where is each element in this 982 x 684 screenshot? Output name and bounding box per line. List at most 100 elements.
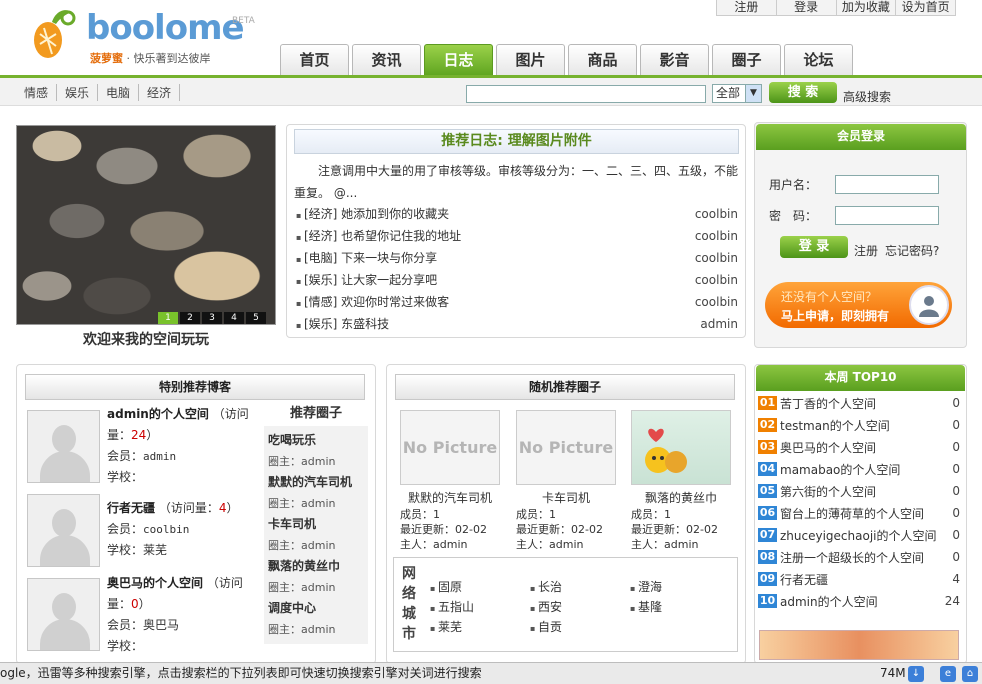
list-item[interactable]: [娱乐] 东盛科技admin (296, 313, 738, 335)
member-name[interactable]: coolbin (143, 523, 189, 536)
city-link[interactable]: 西安 (530, 598, 562, 615)
list-item[interactable]: 03 奥巴马的个人空间 0 (758, 436, 964, 458)
circle-name[interactable]: 默默的汽车司机 (268, 472, 352, 493)
circle-name[interactable]: 飘落的黄丝巾 (268, 556, 340, 577)
member-name[interactable]: admin (143, 450, 176, 463)
space-name[interactable]: 奥巴马的个人空间 (780, 439, 940, 456)
slideshow-image[interactable] (16, 125, 276, 325)
circle-name[interactable]: 默默的汽车司机 (400, 489, 500, 507)
category-entertainment[interactable]: 娱乐 (57, 84, 99, 101)
no-picture-image[interactable]: No Picture (400, 410, 500, 485)
bookmark-link[interactable]: 加为收藏 (837, 0, 897, 15)
list-item[interactable]: [经济] 她添加到你的收藏夹coolbin (296, 203, 738, 225)
ie-icon[interactable]: e (940, 666, 956, 682)
slide-dot-4[interactable]: 4 (224, 312, 244, 324)
space-name[interactable]: 注册一个超级长的个人空间 (780, 549, 940, 566)
list-item[interactable]: 05 第六街的个人空间 0 (758, 480, 964, 502)
space-name[interactable]: 苦丁香的个人空间 (780, 395, 940, 412)
rank-badge: 03 (758, 440, 777, 454)
login-button[interactable]: 登 录 (780, 236, 848, 258)
space-name[interactable]: testman的个人空间 (780, 417, 940, 434)
city-link[interactable]: 长治 (530, 578, 562, 595)
space-name[interactable]: 第六街的个人空间 (780, 483, 940, 500)
slide-dot-1[interactable]: 1 (158, 312, 178, 324)
list-item[interactable]: 08 注册一个超级长的个人空间 0 (758, 546, 964, 568)
set-homepage-link[interactable]: 设为首页 (896, 0, 955, 15)
list-item[interactable]: 04 mamabao的个人空间 0 (758, 458, 964, 480)
home-icon[interactable]: ⌂ (962, 666, 978, 682)
list-item[interactable]: 02 testman的个人空间 0 (758, 414, 964, 436)
city-link[interactable]: 固原 (430, 578, 462, 595)
list-item[interactable]: [经济] 也希望你记住我的地址coolbin (296, 225, 738, 247)
blog-name[interactable]: admin的个人空间 (107, 407, 209, 421)
circle-name[interactable]: 卡车司机 (516, 489, 616, 507)
list-item[interactable]: 01 苦丁香的个人空间 0 (758, 392, 964, 414)
avatar[interactable] (27, 494, 100, 567)
space-name[interactable]: admin的个人空间 (780, 593, 940, 610)
circle-card: 飘落的黄丝巾 成员：1 最近更新：02-02 主人：admin (631, 410, 731, 552)
avatar[interactable] (27, 410, 100, 483)
list-item[interactable]: 09 行者无疆 4 (758, 568, 964, 590)
space-name[interactable]: 窗台上的薄荷草的个人空间 (780, 505, 940, 522)
list-item[interactable]: 06 窗台上的薄荷草的个人空间 0 (758, 502, 964, 524)
city-link[interactable]: 莱芜 (430, 618, 462, 635)
visits-count: 0 (131, 597, 139, 611)
tab-blog[interactable]: 日志 (424, 44, 493, 76)
member-label: 会员： (107, 449, 144, 463)
slide-dot-2[interactable]: 2 (180, 312, 200, 324)
category-computer[interactable]: 电脑 (98, 84, 140, 101)
city-link[interactable]: 自贡 (530, 618, 562, 635)
logo-text[interactable]: boolome (86, 8, 245, 48)
apply-space-banner[interactable]: 还没有个人空间？ 马上申请，即刻拥有 (765, 282, 952, 328)
circle-name[interactable]: 卡车司机 (268, 514, 335, 535)
download-icon[interactable]: ↓ (908, 666, 924, 682)
space-name[interactable]: zhuceyigechaoji的个人空间 (780, 527, 940, 544)
username-field[interactable] (835, 175, 939, 194)
forgot-password-link[interactable]: 忘记密码? (885, 242, 939, 259)
list-item[interactable]: [电脑] 下来一块与你分享coolbin (296, 247, 738, 269)
register-link[interactable]: 注册 (717, 0, 777, 15)
list-item[interactable]: 07 zhuceyigechaoji的个人空间 0 (758, 524, 964, 546)
city-link[interactable]: 澄海 (630, 578, 662, 595)
password-field[interactable] (835, 206, 939, 225)
recommend-summary: 注意调用中大量的用了审核等级。审核等级分为：一、二、三、四、五级，不能重复。 @… (294, 164, 739, 200)
list-item[interactable]: [情感] 欢迎你时常过来做客coolbin (296, 291, 738, 313)
logo-icon[interactable] (22, 4, 82, 64)
circle-name[interactable]: 调度中心 (268, 598, 335, 619)
search-button[interactable]: 搜 索 (769, 82, 837, 103)
avatar[interactable] (27, 578, 100, 651)
ad-banner[interactable] (759, 630, 959, 660)
tab-goods[interactable]: 商品 (568, 44, 637, 76)
space-name[interactable]: 行者无疆 (780, 571, 940, 588)
search-input[interactable] (466, 85, 706, 103)
list-item[interactable]: [娱乐] 让大家一起分享吧coolbin (296, 269, 738, 291)
tab-media[interactable]: 影音 (640, 44, 709, 76)
tab-circles[interactable]: 圈子 (712, 44, 781, 76)
space-name[interactable]: mamabao的个人空间 (780, 461, 940, 478)
chevron-down-icon[interactable]: ▼ (745, 85, 761, 102)
blog-name[interactable]: 奥巴马的个人空间 (107, 576, 203, 590)
circle-picture[interactable] (631, 410, 731, 485)
tab-pictures[interactable]: 图片 (496, 44, 565, 76)
tab-home[interactable]: 首页 (280, 44, 349, 76)
list-item[interactable]: 10 admin的个人空间 24 (758, 590, 964, 612)
city-link[interactable]: 基隆 (630, 598, 662, 615)
recommend-title[interactable]: 推荐日志: 理解图片附件 (294, 129, 739, 154)
no-picture-image[interactable]: No Picture (516, 410, 616, 485)
login-link[interactable]: 登录 (777, 0, 837, 15)
category-emotion[interactable]: 情感 (24, 84, 58, 101)
slide-dot-5[interactable]: 5 (246, 312, 266, 324)
advanced-search-link[interactable]: 高级搜索 (843, 88, 891, 105)
slide-dot-3[interactable]: 3 (202, 312, 222, 324)
category-economy[interactable]: 经济 (139, 84, 181, 101)
slideshow-caption[interactable]: 欢迎来我的空间玩玩 (16, 329, 276, 349)
register-link-2[interactable]: 注册 (854, 242, 878, 259)
member-name[interactable]: 奥巴马 (143, 618, 179, 632)
search-scope-select[interactable]: 全部 ▼ (712, 84, 762, 103)
circle-name[interactable]: 吃喝玩乐 (268, 430, 335, 451)
tab-news[interactable]: 资讯 (352, 44, 421, 76)
tab-forum[interactable]: 论坛 (784, 44, 853, 76)
blog-name[interactable]: 行者无疆 (107, 501, 155, 515)
city-link[interactable]: 五指山 (430, 598, 474, 615)
circle-name[interactable]: 飘落的黄丝巾 (631, 489, 731, 507)
